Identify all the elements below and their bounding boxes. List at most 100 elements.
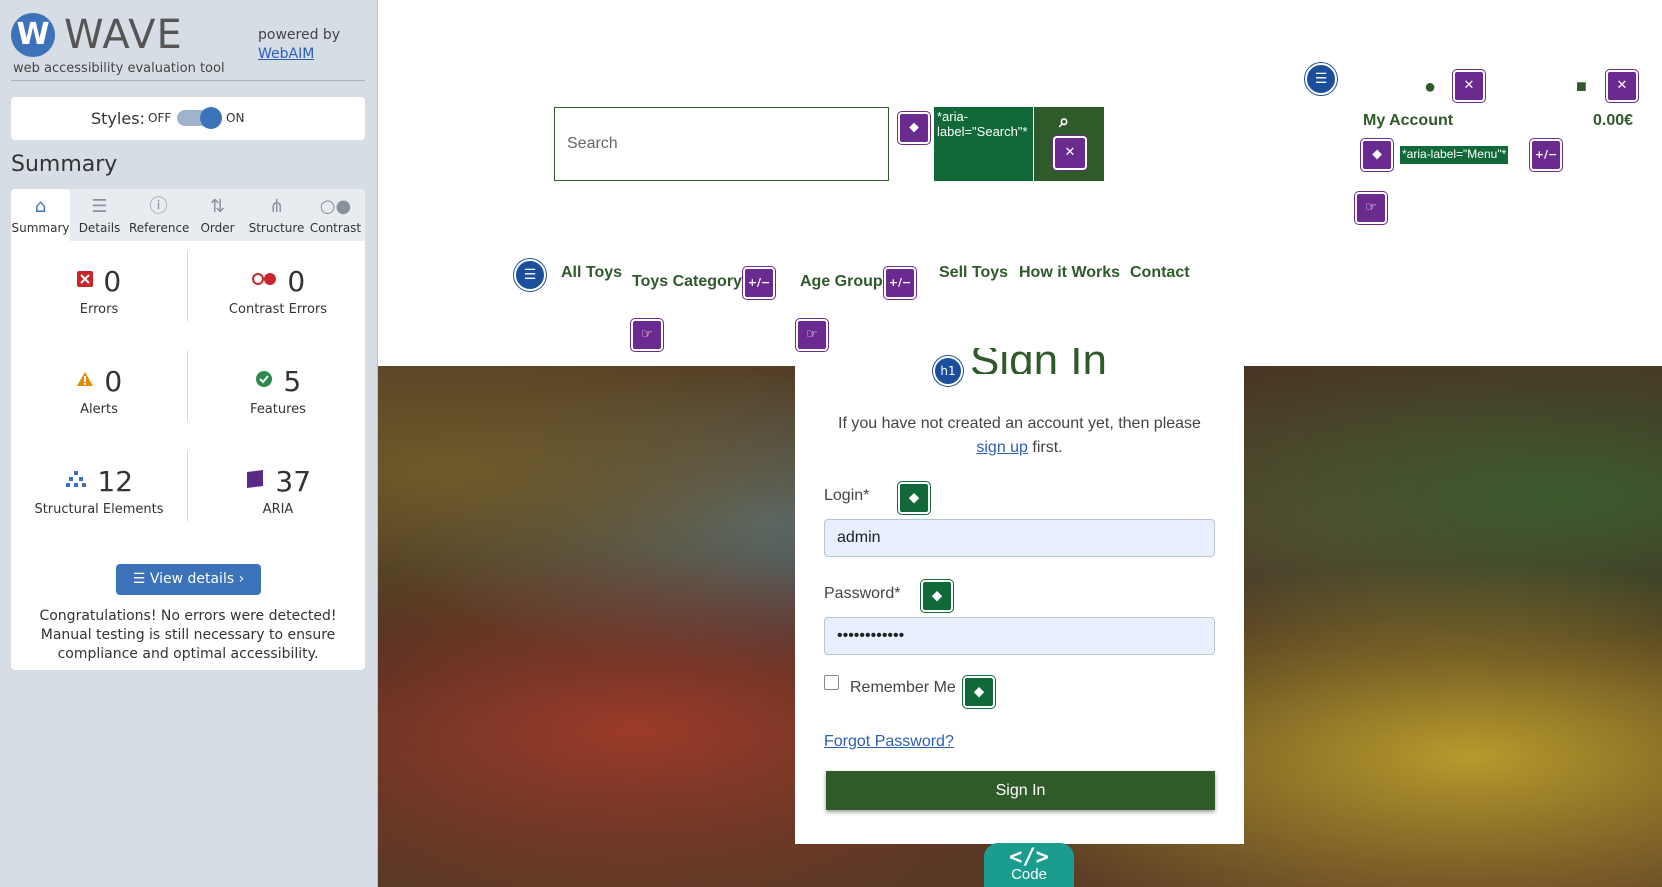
contrast-error-icon [251,272,277,291]
aria-menu-icon[interactable]: ☞ [1355,192,1387,224]
structural-stat[interactable]: 12 Structural Elements [19,465,179,517]
label-tag-icon[interactable]: ⬥ [963,676,995,708]
structure-icon: ⋔ [268,196,285,217]
powered-by-label: powered by [258,27,341,43]
aria-expanded-icon[interactable]: +/− [884,267,916,299]
tab-contrast[interactable]: ○● Contrast [306,189,365,241]
nav-all-toys[interactable]: All Toys [561,264,622,282]
heading-h1-icon[interactable]: h1 [933,356,963,386]
check-icon [255,370,273,393]
my-account-link[interactable]: My Account [1363,112,1453,130]
aria-menu-icon[interactable]: ☞ [631,319,663,351]
nav-contact[interactable]: Contact [1130,264,1190,282]
list-icon[interactable]: ☰ [1305,63,1337,95]
intro-text: If you have not created an account yet, … [838,415,1201,432]
wave-sidebar: W WAVE web accessibility evaluation tool… [0,0,378,887]
summary-panel: 0 Errors 0 Contrast Errors 0 Alerts 5 Fe… [11,241,365,670]
cart-total[interactable]: 0.00€ [1593,112,1633,130]
wave-tabs: ⌂ Summary ☰ Details ⓘ Reference ⇅ Order … [11,189,365,241]
aria-expanded-icon[interactable]: +/− [1530,139,1562,171]
toggle-knob [200,107,222,129]
tab-structure[interactable]: ⋔ Structure [247,189,306,241]
alerts-stat[interactable]: 0 Alerts [19,365,179,417]
styles-on-label: ON [226,111,245,125]
site-viewport: Search ⬥ *aria-label="Search"* ⌕ ✕ ☰ ● ✕… [378,0,1662,887]
aria-stat[interactable]: 37 ARIA [198,465,358,517]
contrast-errors-stat[interactable]: 0 Contrast Errors [198,265,358,317]
shopping-bag-icon: ■ [1576,76,1587,96]
errors-stat[interactable]: 0 Errors [19,265,179,317]
styles-toggle[interactable] [177,107,222,129]
aria-button-icon[interactable]: ✕ [1453,70,1485,102]
webaim-link[interactable]: WebAIM [258,46,314,62]
divider [11,80,365,81]
divider [187,451,188,521]
styles-label: Styles: [91,109,145,128]
tab-label: Details [78,221,121,235]
code-label: Code [1011,866,1047,883]
aria-button-icon: ✕ [1053,136,1087,170]
nav-sell-toys[interactable]: Sell Toys [939,264,1008,282]
list-icon: ☰ [91,196,108,217]
login-label: Login* [824,487,870,504]
alerts-count: 0 [104,365,123,398]
wave-subtitle: web accessibility evaluation tool [13,61,225,76]
alert-icon [76,371,94,392]
styles-off-label: OFF [148,111,172,125]
tab-details[interactable]: ☰ Details [70,189,129,241]
signup-link[interactable]: sign up [976,439,1028,456]
congrats-message: Congratulations! No errors were detected… [39,608,337,662]
aria-tag-icon[interactable]: ⬥ [1361,139,1393,171]
search-icon: ⌕ [1059,111,1070,132]
tab-order[interactable]: ⇅ Order [188,189,247,241]
errors-label: Errors [79,302,119,317]
wave-logo-icon: W [11,13,55,57]
tab-label: Order [200,221,235,235]
nav-toys-category[interactable]: Toys Category [632,273,742,291]
order-icon: ⇅ [209,196,226,217]
tab-label: Reference [129,221,190,235]
tab-label: Contrast [309,221,362,235]
nav-age-group[interactable]: Age Group [800,273,883,291]
search-aria-label: *aria-label="Search"* [934,107,1033,181]
contrast-errors-label: Contrast Errors [228,302,328,317]
label-tag-icon[interactable]: ⬥ [921,580,953,612]
code-toggle-button[interactable]: </> Code [984,843,1074,887]
site-header: Search ⬥ *aria-label="Search"* ⌕ ✕ ☰ ● ✕… [378,0,1662,366]
info-icon: ⓘ [149,196,168,217]
tab-summary[interactable]: ⌂ Summary [11,189,70,241]
signin-button[interactable]: Sign In [826,771,1215,810]
tab-reference[interactable]: ⓘ Reference [129,189,190,241]
aria-tag-icon[interactable]: ⬥ [898,112,930,144]
features-stat[interactable]: 5 Features [198,365,358,417]
view-details-label: View details › [149,571,245,587]
aria-expanded-icon[interactable]: +/− [743,267,775,299]
wave-title: WAVE [64,12,183,58]
summary-heading: Summary [11,152,118,177]
divider [187,351,188,421]
aria-count: 37 [275,465,312,498]
nav-how-it-works[interactable]: How it Works [1019,264,1120,282]
view-details-button[interactable]: ☰ View details › [116,564,261,595]
intro-text-after: first. [1032,439,1063,456]
remember-me-label: Remember Me [850,679,956,696]
structural-label: Structural Elements [34,502,164,517]
menu-aria-label: *aria-label="Menu"* [1400,146,1509,164]
contrast-errors-count: 0 [287,265,306,298]
label-tag-icon[interactable]: ⬥ [898,482,930,514]
aria-menu-icon[interactable]: ☞ [796,319,828,351]
forgot-password-link[interactable]: Forgot Password? [824,733,954,751]
tab-label: Structure [248,221,305,235]
remember-me-checkbox[interactable] [824,675,839,690]
login-input[interactable]: admin [824,519,1215,557]
list-icon[interactable]: ☰ [514,259,546,291]
signin-intro: If you have not created an account yet, … [795,412,1244,460]
search-button[interactable]: ⌕ ✕ [1034,107,1104,181]
aria-label: ARIA [262,502,294,517]
tab-label: Summary [11,221,70,235]
alerts-label: Alerts [80,402,118,417]
signin-card: h1 Sign In If you have not created an ac… [795,348,1244,844]
password-input[interactable]: •••••••••••• [824,617,1215,655]
aria-button-icon[interactable]: ✕ [1606,70,1638,102]
search-input[interactable]: Search [554,107,889,181]
